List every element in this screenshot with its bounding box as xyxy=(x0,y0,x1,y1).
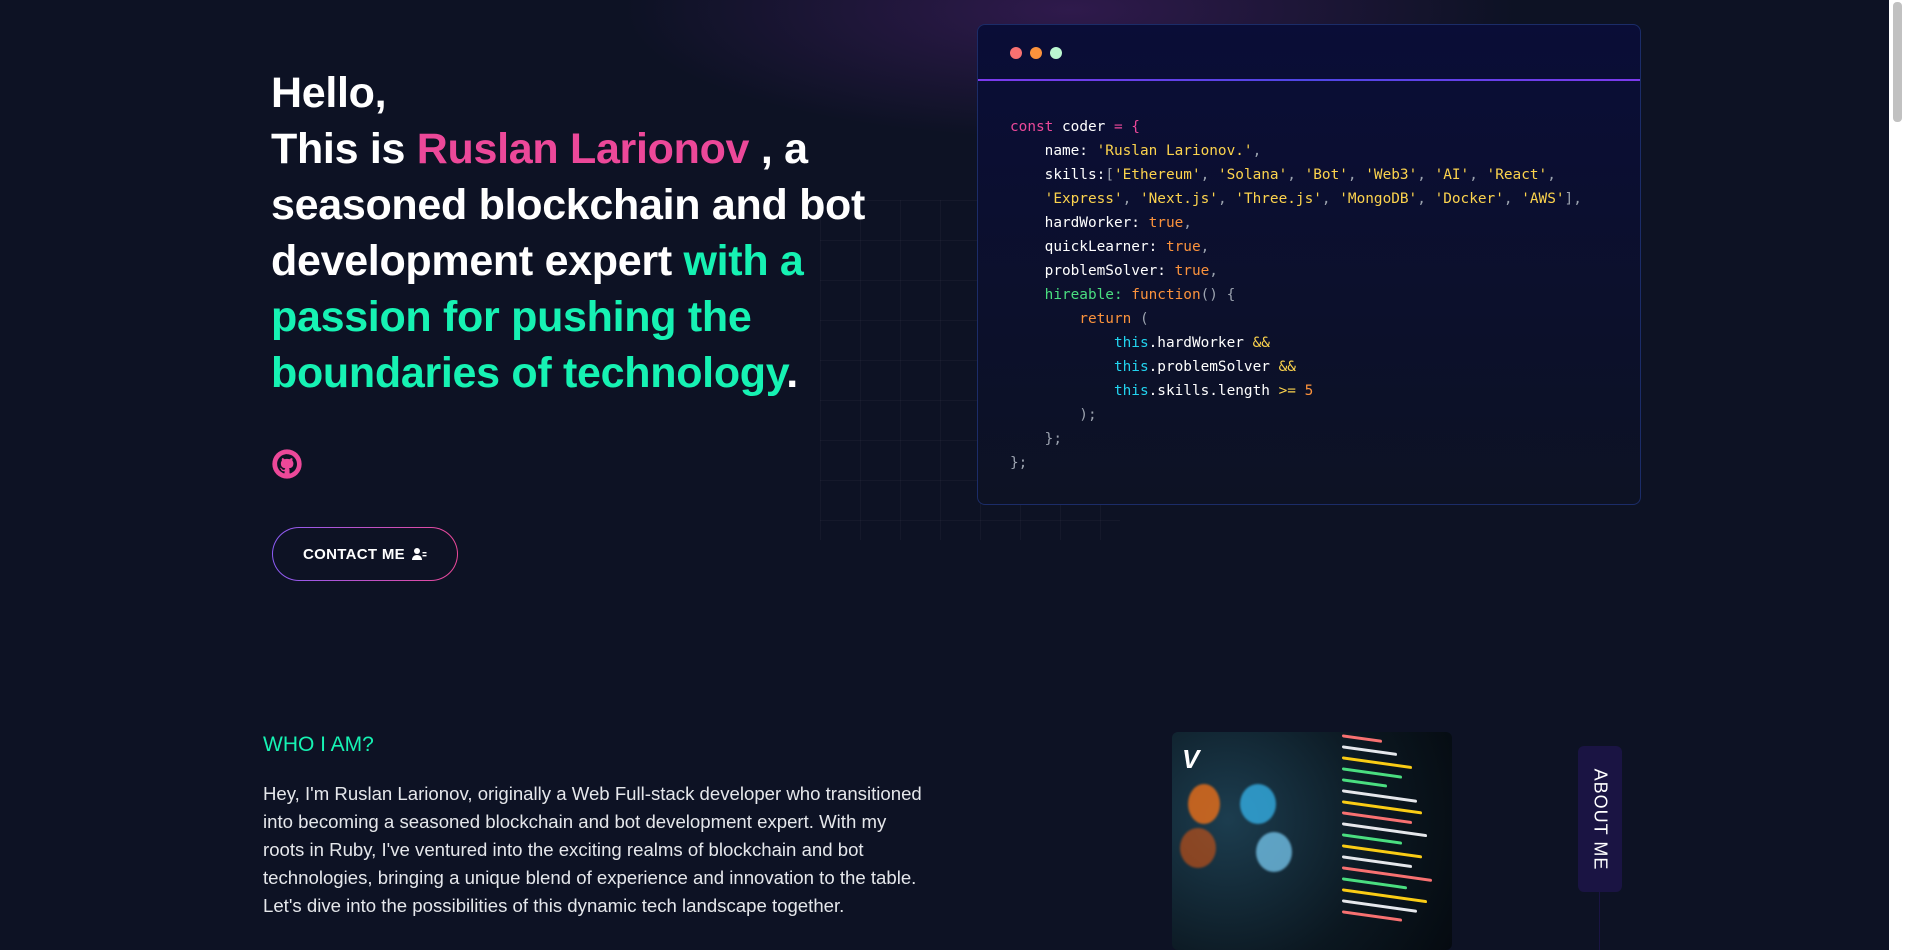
hero-headline: Hello, This is Ruslan Larionov , a seaso… xyxy=(271,65,911,401)
contact-me-button[interactable]: CONTACT ME xyxy=(272,527,458,581)
code-line: return ( xyxy=(1010,311,1149,327)
code-line: problemSolver: true, xyxy=(1010,263,1218,279)
code-block: const coder = { name: 'Ruslan Larionov.'… xyxy=(978,81,1640,509)
image-bokeh xyxy=(1188,784,1220,824)
github-icon xyxy=(272,449,302,479)
code-line: hardWorker: true, xyxy=(1010,215,1192,231)
side-tab-line xyxy=(1599,892,1600,950)
code-line: ); xyxy=(1010,407,1097,423)
window-dot-red xyxy=(1010,47,1022,59)
window-dot-green xyxy=(1050,47,1062,59)
code-line: this.problemSolver && xyxy=(1113,359,1296,375)
github-link[interactable] xyxy=(271,448,303,480)
window-dot-orange xyxy=(1030,47,1042,59)
about-me-side-tab[interactable]: ABOUT ME xyxy=(1578,746,1622,892)
image-code-lines xyxy=(1342,734,1452,950)
code-line: skills:['Ethereum', 'Solana', 'Bot', 'We… xyxy=(1010,167,1556,183)
image-bokeh xyxy=(1180,828,1216,868)
scrollbar-thumb[interactable] xyxy=(1893,2,1902,122)
hero-intro-prefix: This is xyxy=(271,125,406,173)
image-bokeh xyxy=(1240,784,1276,824)
code-line: this.hardWorker && xyxy=(1113,335,1270,351)
image-logo-mark: V xyxy=(1182,744,1200,774)
code-line: hireable: function() { xyxy=(1010,287,1236,303)
about-me-side-label: ABOUT ME xyxy=(1590,768,1611,870)
page-scrollbar[interactable] xyxy=(1889,0,1906,950)
code-line: }; xyxy=(1010,455,1028,471)
image-bokeh xyxy=(1256,832,1292,872)
contact-me-label: CONTACT ME xyxy=(303,545,405,563)
user-icon xyxy=(411,548,427,560)
about-heading: WHO I AM? xyxy=(263,733,374,756)
code-window-header xyxy=(978,25,1640,81)
code-line: 'Express', 'Next.js', 'Three.js', 'Mongo… xyxy=(1044,191,1582,207)
hero-name: Ruslan Larionov xyxy=(416,125,750,173)
code-line: const coder = { xyxy=(1010,119,1140,135)
code-line: name: 'Ruslan Larionov.', xyxy=(1010,143,1262,159)
hero-period: . xyxy=(786,349,798,397)
code-line: quickLearner: true, xyxy=(1010,239,1210,255)
code-line: }; xyxy=(1010,431,1062,447)
code-line: this.skills.length >= 5 xyxy=(1113,383,1314,399)
code-window: const coder = { name: 'Ruslan Larionov.'… xyxy=(977,24,1641,505)
about-image: V xyxy=(1172,732,1452,950)
about-paragraph: Hey, I'm Ruslan Larionov, originally a W… xyxy=(263,783,922,916)
hero-greeting: Hello, xyxy=(271,69,387,117)
contact-me-button-inner: CONTACT ME xyxy=(273,528,457,580)
